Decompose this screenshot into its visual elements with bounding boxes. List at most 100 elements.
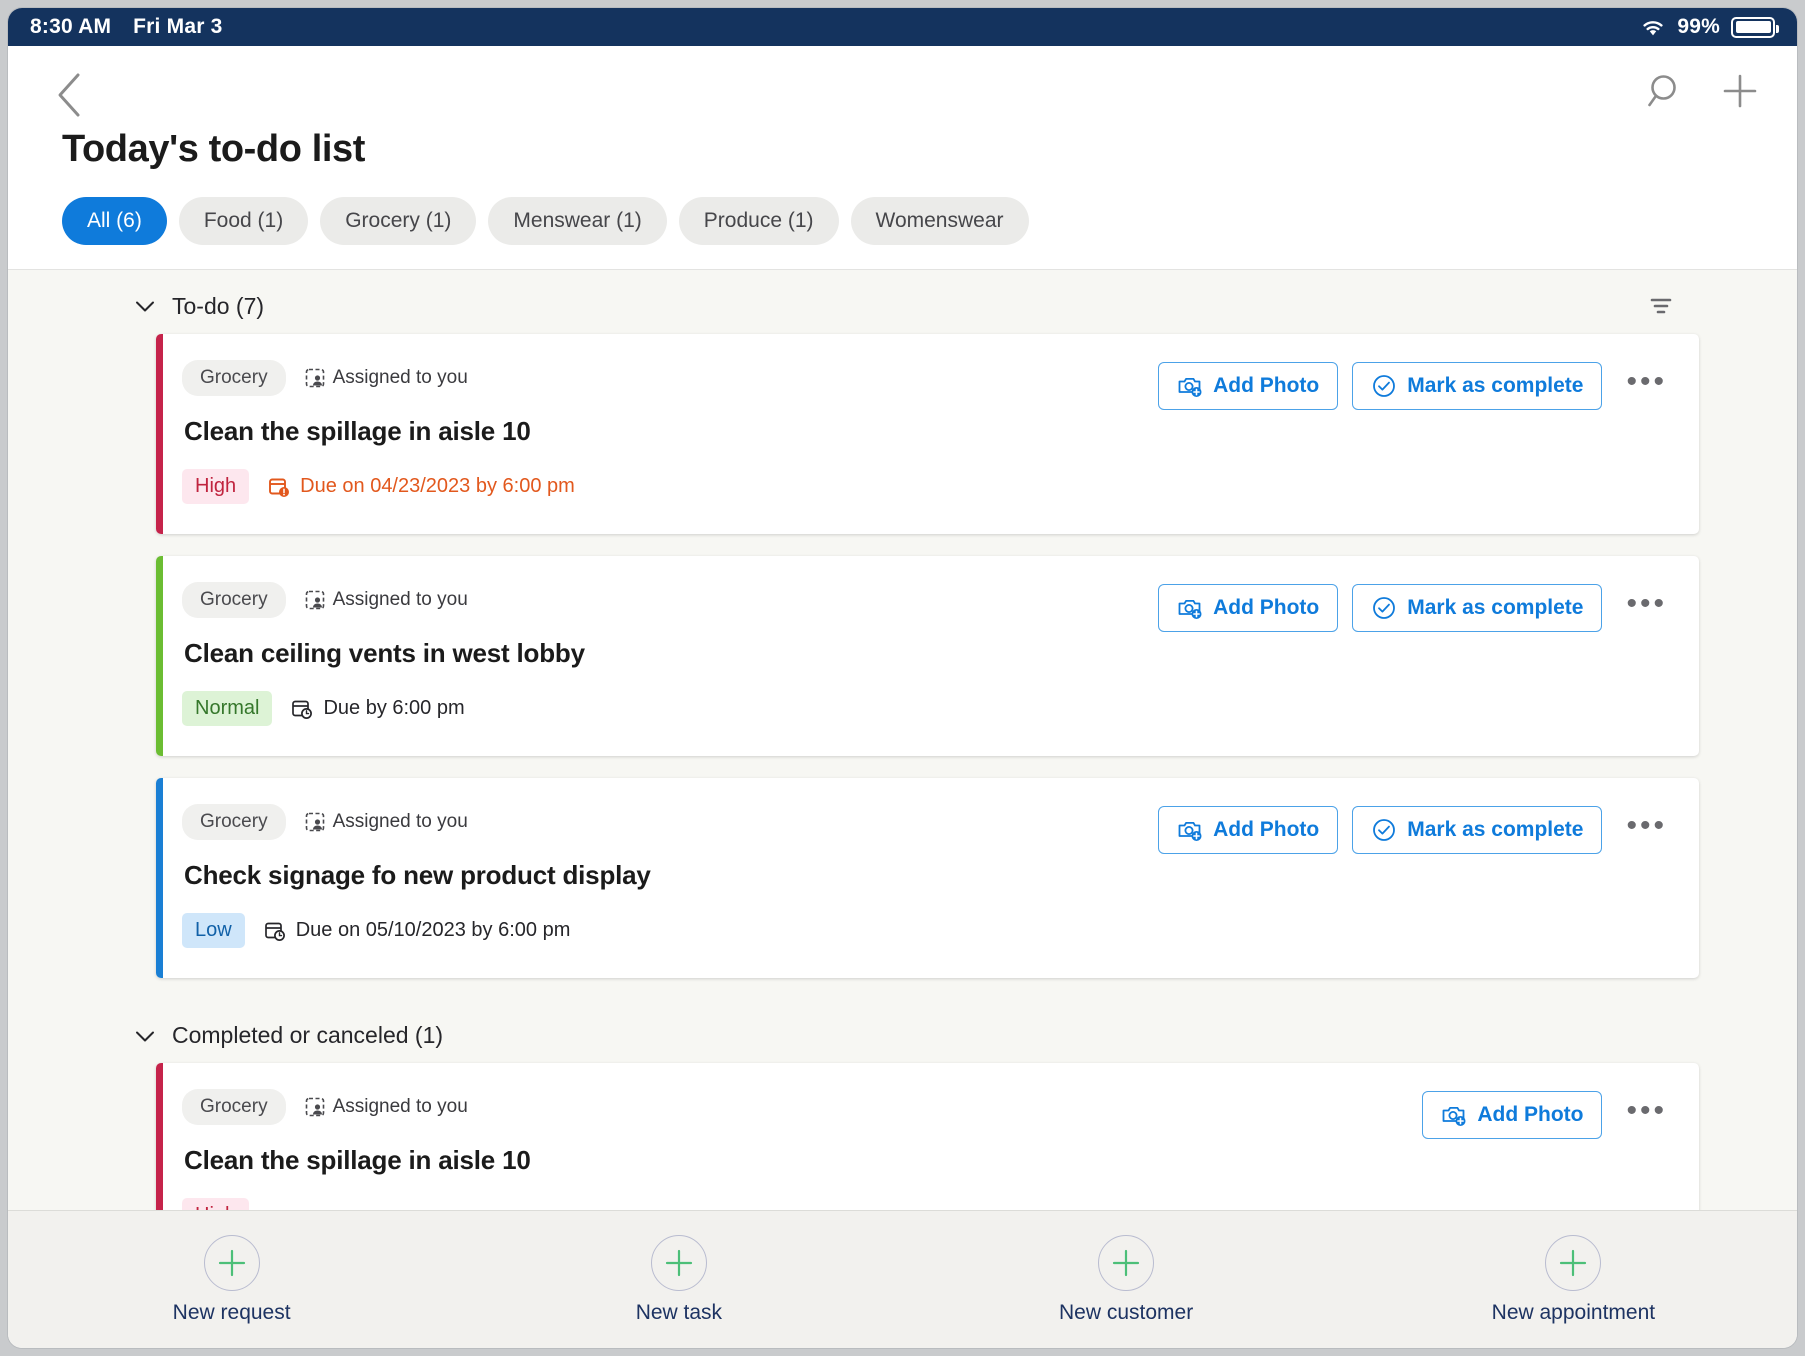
assignment-person-icon bbox=[305, 368, 324, 388]
add-photo-label: Add Photo bbox=[1213, 374, 1320, 397]
status-date: Fri Mar 3 bbox=[133, 15, 223, 38]
category-tag: Grocery bbox=[182, 360, 286, 396]
bottom-action-bar: New request New task New customer New ap… bbox=[8, 1210, 1797, 1348]
plus-circle-icon bbox=[203, 1234, 260, 1291]
tablet-screen: 8:30 AM Fri Mar 3 99% Today's to-do list… bbox=[8, 8, 1797, 1348]
filter-pill-food[interactable]: Food (1) bbox=[178, 197, 309, 245]
task-card[interactable]: Grocery Assigned to you Check signage fo… bbox=[156, 778, 1699, 978]
plus-icon[interactable] bbox=[1721, 72, 1759, 110]
camera-plus-icon bbox=[1178, 600, 1202, 619]
filter-pill-grocery[interactable]: Grocery (1) bbox=[320, 197, 477, 245]
new-customer-button[interactable]: New customer bbox=[903, 1234, 1350, 1325]
assigned-text: Assigned to you bbox=[332, 811, 468, 832]
collapse-toggle-todo[interactable] bbox=[132, 293, 158, 319]
status-bar: 8:30 AM Fri Mar 3 99% bbox=[8, 8, 1797, 46]
add-photo-button[interactable]: Add Photo bbox=[1422, 1091, 1603, 1139]
due-text: Due on 04/23/2023 by 6:00 pm bbox=[300, 475, 575, 497]
plus-icon bbox=[1560, 1249, 1587, 1276]
battery-percent: 99% bbox=[1677, 15, 1720, 38]
task-title: Clean ceiling vents in west lobby bbox=[184, 638, 585, 668]
section-header-completed: Completed or canceled (1) bbox=[8, 1000, 1797, 1063]
add-photo-button[interactable]: Add Photo bbox=[1158, 584, 1339, 632]
collapse-toggle-completed[interactable] bbox=[132, 1023, 158, 1049]
status-time: 8:30 AM bbox=[30, 15, 112, 38]
calendar-clock-icon bbox=[292, 700, 313, 719]
calendar-alert-icon bbox=[269, 478, 290, 497]
new-task-button[interactable]: New task bbox=[455, 1234, 902, 1325]
assigned-text: Assigned to you bbox=[332, 1096, 468, 1117]
plus-icon bbox=[218, 1249, 245, 1276]
priority-accent-bar bbox=[156, 334, 163, 534]
task-card[interactable]: Grocery Assigned to you Clean the spilla… bbox=[156, 1063, 1699, 1210]
new-request-label: New request bbox=[172, 1300, 291, 1324]
new-appointment-button[interactable]: New appointment bbox=[1350, 1234, 1797, 1325]
page-title: Today's to-do list bbox=[62, 128, 366, 170]
mark-complete-button[interactable]: Mark as complete bbox=[1352, 362, 1603, 410]
due-date: Due on 05/10/2023 by 6:00 pm bbox=[263, 919, 570, 943]
assigned-text: Assigned to you bbox=[332, 589, 468, 610]
mark-complete-label: Mark as complete bbox=[1407, 596, 1584, 619]
mark-complete-label: Mark as complete bbox=[1407, 374, 1584, 397]
filter-pill-group: All (6) Food (1) Grocery (1) Menswear (1… bbox=[62, 197, 1771, 269]
filter-pill-menswear[interactable]: Menswear (1) bbox=[488, 197, 667, 245]
more-options-button[interactable]: ••• bbox=[1616, 362, 1675, 408]
priority-badge: High bbox=[182, 1198, 250, 1210]
priority-badge: Normal bbox=[182, 691, 273, 726]
back-button[interactable] bbox=[42, 68, 96, 122]
plus-circle-icon bbox=[650, 1234, 707, 1291]
assignment-label: Assigned to you bbox=[304, 367, 468, 389]
assignment-label: Assigned to you bbox=[304, 589, 468, 611]
plus-icon bbox=[665, 1249, 692, 1276]
more-options-button[interactable]: ••• bbox=[1616, 1091, 1675, 1137]
completed-cards: Grocery Assigned to you Clean the spilla… bbox=[8, 1063, 1797, 1210]
mark-complete-label: Mark as complete bbox=[1407, 818, 1584, 841]
task-title: Clean the spillage in aisle 10 bbox=[184, 1145, 531, 1175]
mark-complete-button[interactable]: Mark as complete bbox=[1352, 584, 1603, 632]
task-card[interactable]: Grocery Assigned to you Clean the spilla… bbox=[156, 334, 1699, 534]
add-photo-label: Add Photo bbox=[1213, 596, 1320, 619]
new-customer-label: New customer bbox=[1059, 1300, 1194, 1324]
add-photo-button[interactable]: Add Photo bbox=[1158, 806, 1339, 854]
filter-pill-produce[interactable]: Produce (1) bbox=[678, 197, 839, 245]
section-title-todo: To-do (7) bbox=[172, 292, 265, 319]
task-list-area: To-do (7) Grocery Assigned to you Clean … bbox=[8, 270, 1797, 1210]
wifi-icon bbox=[1643, 20, 1663, 35]
battery-icon bbox=[1731, 16, 1779, 38]
due-date: Due on 04/23/2023 by 6:00 pm bbox=[267, 475, 575, 499]
page-header: Today's to-do list All (6) Food (1) Groc… bbox=[8, 46, 1797, 270]
priority-accent-bar bbox=[156, 1063, 163, 1210]
filter-icon[interactable] bbox=[1647, 292, 1675, 320]
more-options-button[interactable]: ••• bbox=[1616, 584, 1675, 630]
assignment-label: Assigned to you bbox=[304, 811, 468, 833]
due-date: Due by 6:00 pm bbox=[290, 697, 465, 721]
plus-circle-icon bbox=[1098, 1234, 1155, 1291]
chevron-down-icon bbox=[136, 1031, 154, 1041]
priority-accent-bar bbox=[156, 556, 163, 756]
filter-pill-all[interactable]: All (6) bbox=[62, 197, 167, 245]
more-options-button[interactable]: ••• bbox=[1616, 806, 1675, 852]
priority-badge: Low bbox=[182, 913, 245, 948]
camera-plus-icon bbox=[1442, 1107, 1466, 1126]
new-task-label: New task bbox=[635, 1300, 723, 1324]
check-circle-icon bbox=[1373, 375, 1396, 397]
add-photo-button[interactable]: Add Photo bbox=[1158, 362, 1339, 410]
search-icon[interactable] bbox=[1647, 72, 1685, 110]
camera-plus-icon bbox=[1178, 378, 1202, 397]
task-title: Check signage fo new product display bbox=[184, 860, 651, 890]
plus-icon bbox=[1113, 1249, 1140, 1276]
new-request-button[interactable]: New request bbox=[8, 1234, 455, 1325]
add-photo-label: Add Photo bbox=[1213, 818, 1320, 841]
mark-complete-button[interactable]: Mark as complete bbox=[1352, 806, 1603, 854]
task-card[interactable]: Grocery Assigned to you Clean ceiling ve… bbox=[156, 556, 1699, 756]
priority-accent-bar bbox=[156, 778, 163, 978]
filter-pill-womenswear[interactable]: Womenswear bbox=[850, 197, 1029, 245]
assigned-text: Assigned to you bbox=[332, 367, 468, 388]
task-title: Clean the spillage in aisle 10 bbox=[184, 416, 531, 446]
section-header-todo: To-do (7) bbox=[8, 270, 1797, 334]
category-tag: Grocery bbox=[182, 582, 286, 618]
plus-circle-icon bbox=[1545, 1234, 1602, 1291]
priority-badge: High bbox=[182, 469, 250, 504]
camera-plus-icon bbox=[1178, 822, 1202, 841]
assignment-person-icon bbox=[305, 590, 324, 610]
check-circle-icon bbox=[1373, 819, 1396, 841]
